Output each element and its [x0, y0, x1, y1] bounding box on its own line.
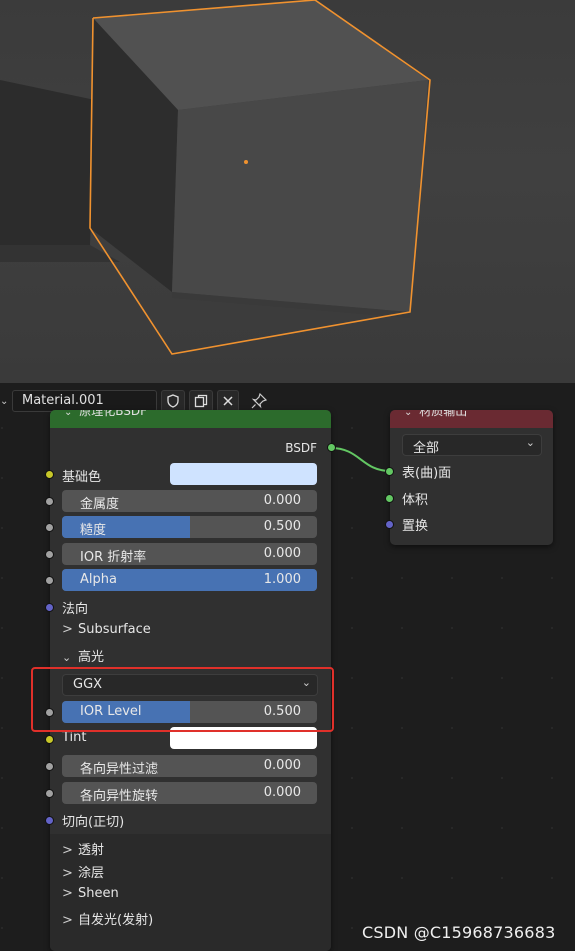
displacement-label: 置换 — [402, 519, 429, 534]
bsdf-output-label: BSDF — [285, 441, 317, 455]
tangent-socket[interactable] — [45, 816, 54, 825]
sheen-label: Sheen — [78, 886, 119, 901]
displacement-socket[interactable] — [385, 520, 394, 529]
shield-icon — [167, 394, 179, 408]
node-header[interactable]: ⌄ 原理化BSDF — [50, 410, 331, 428]
transmission-panel-toggle[interactable]: > 透射 — [62, 839, 104, 858]
surface-label: 表(曲)面 — [402, 466, 452, 481]
pin-button[interactable] — [247, 390, 271, 412]
sheen-panel-toggle[interactable]: > Sheen — [62, 886, 119, 901]
cube-front-face — [172, 80, 428, 312]
volume-socket[interactable] — [385, 494, 394, 503]
anisotropic-rotation-socket[interactable] — [45, 789, 54, 798]
object-origin — [244, 160, 248, 164]
ior-socket[interactable] — [45, 550, 54, 559]
anisotropic-value: 0.000 — [263, 758, 301, 773]
node-title: 原理化BSDF — [79, 410, 148, 418]
chevron-down-icon: ⌄ — [525, 436, 535, 449]
target-dropdown[interactable]: 全部 ⌄ — [402, 434, 542, 456]
subsurface-label: Subsurface — [78, 622, 151, 637]
base-color-label: 基础色 — [62, 470, 102, 485]
unlink-material-button[interactable] — [217, 390, 239, 412]
collapse-chevron-icon[interactable]: ⌄ — [64, 410, 72, 418]
chevron-right-icon: > — [62, 886, 73, 901]
chevron-right-icon: > — [62, 622, 73, 637]
alpha-field[interactable]: Alpha 1.000 — [62, 569, 317, 591]
chevron-down-icon: ⌄ — [62, 651, 72, 664]
material-output-node[interactable]: ⌄ 材质输出 全部 ⌄ 表(曲)面 体积 置换 — [385, 410, 553, 545]
metallic-label: 金属度 — [80, 497, 120, 512]
alpha-label: Alpha — [80, 572, 117, 587]
volume-label: 体积 — [402, 493, 429, 508]
roughness-field[interactable]: 糙度 0.500 — [62, 516, 317, 538]
anisotropic-rotation-field[interactable]: 各向异性旋转 0.000 — [62, 782, 317, 804]
metallic-value: 0.000 — [263, 493, 301, 508]
coat-panel-toggle[interactable]: > 涂层 — [62, 862, 104, 881]
anisotropic-label: 各向异性过滤 — [80, 762, 159, 777]
node-title: 材质输出 — [419, 410, 468, 418]
roughness-label: 糙度 — [80, 523, 107, 538]
alpha-value: 1.000 — [263, 572, 301, 587]
close-icon — [223, 396, 233, 406]
node-header[interactable]: ⌄ 材质输出 — [390, 410, 553, 428]
tangent-label: 切向(正切) — [62, 815, 125, 830]
base-color-socket[interactable] — [45, 470, 54, 479]
anisotropic-rotation-value: 0.000 — [263, 785, 301, 800]
coat-label: 涂层 — [78, 866, 105, 881]
metallic-socket[interactable] — [45, 497, 54, 506]
collapse-chevron-icon[interactable]: ⌄ — [404, 410, 412, 418]
duplicate-material-button[interactable] — [189, 390, 213, 412]
specular-label: 高光 — [78, 650, 105, 665]
highlight-annotation-box — [31, 667, 334, 732]
ior-label: IOR 折射率 — [80, 550, 147, 565]
normal-socket[interactable] — [45, 603, 54, 612]
chevron-right-icon: > — [62, 913, 73, 928]
surface-socket[interactable] — [385, 467, 394, 476]
roughness-value: 0.500 — [263, 519, 301, 534]
fake-user-button[interactable] — [161, 390, 185, 412]
ior-value: 0.000 — [263, 546, 301, 561]
expand-chevron-icon[interactable]: ⌄ — [0, 396, 8, 407]
chevron-right-icon: > — [62, 866, 73, 881]
bsdf-output-socket[interactable] — [327, 443, 336, 452]
background-cube — [0, 80, 95, 245]
base-color-swatch[interactable] — [170, 463, 317, 485]
roughness-socket[interactable] — [45, 523, 54, 532]
viewport-scene — [0, 0, 431, 355]
shader-node-editor[interactable]: ⌄ Material.001 ⌄ 原理化BSDF BSDF 基础色 金属度 0.… — [0, 383, 575, 951]
collapsed-panels: > 透射 > 涂层 > Sheen > 自发光(发射) — [50, 834, 331, 951]
tint-socket[interactable] — [45, 735, 54, 744]
alpha-socket[interactable] — [45, 576, 54, 585]
duplicate-icon — [194, 394, 208, 408]
normal-label: 法向 — [62, 602, 89, 617]
metallic-field[interactable]: 金属度 0.000 — [62, 490, 317, 512]
pin-icon — [251, 393, 267, 409]
tint-label: Tint — [62, 730, 87, 745]
watermark: CSDN @C15968736683 — [362, 923, 556, 942]
chevron-right-icon: > — [62, 843, 73, 858]
anisotropic-field[interactable]: 各向异性过滤 0.000 — [62, 755, 317, 777]
subsurface-panel-toggle[interactable]: > Subsurface — [62, 622, 151, 637]
3d-viewport[interactable] — [0, 0, 575, 383]
ior-field[interactable]: IOR 折射率 0.000 — [62, 543, 317, 565]
target-value: 全部 — [413, 441, 440, 456]
material-name-field[interactable]: Material.001 — [12, 390, 157, 412]
specular-panel-toggle[interactable]: ⌄ 高光 — [62, 646, 104, 665]
emission-panel-toggle[interactable]: > 自发光(发射) — [62, 909, 153, 928]
emission-label: 自发光(发射) — [78, 913, 154, 928]
anisotropic-socket[interactable] — [45, 762, 54, 771]
transmission-label: 透射 — [78, 843, 105, 858]
anisotropic-rotation-label: 各向异性旋转 — [80, 789, 159, 804]
